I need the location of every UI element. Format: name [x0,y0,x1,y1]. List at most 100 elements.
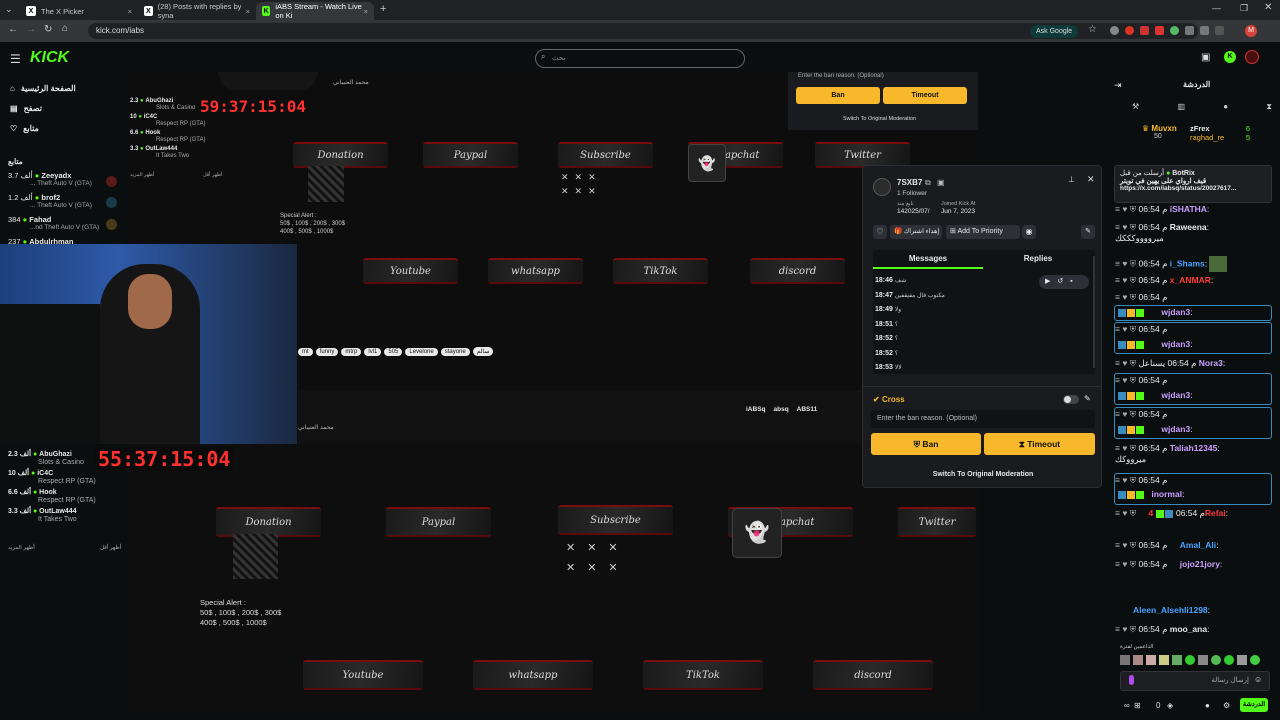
chat-message[interactable]: ≡ ♥ ⛨ م 06:54 يسناعل Nora3: [1115,358,1225,369]
card-icon[interactable]: ▣ [937,178,945,187]
channel-item[interactable]: 3.7 ألف ● Zeeyadx ... Theft Auto V (GTA) [8,171,120,187]
chat-message[interactable]: ≡ ♥ ⛨ م 06:54 i_Shams: [1115,256,1228,272]
browser-tab-active[interactable]: K iABS Stream - Watch Live on Ki × [256,2,374,20]
grid-icon[interactable]: ⊞ [1134,701,1141,710]
add-to-priority-button[interactable]: ⊞ Add To Priority [946,225,1020,239]
tab-menu-icon[interactable]: ⌄ [5,4,13,15]
emote-icon[interactable] [1120,655,1130,665]
cross-toggle[interactable] [1063,395,1079,404]
user-avatar[interactable] [1245,50,1259,64]
chat-bubble-icon[interactable]: ● [1205,701,1210,710]
nav-browse[interactable]: ▤ تصفح [10,104,120,113]
chat-message[interactable]: ≡ ♥ ⛨ م 06:54 [1115,324,1167,335]
edit-icon[interactable]: ✎ [1084,394,1091,403]
ban-button[interactable]: ⛨ Ban [871,433,981,455]
chat-message[interactable]: ≡ ♥ ⛨ م 06:54 [1115,409,1167,420]
chat-message[interactable]: ≡ ♥ ⛨ م 06:54 iSHATHA: [1115,204,1209,215]
timer-icon[interactable]: ⧗ [1266,102,1272,112]
emote-icon[interactable] [1250,655,1260,665]
tab-replies[interactable]: Replies [983,254,1093,263]
scrollbar[interactable] [1093,256,1095,368]
home-icon[interactable]: ⌂ [62,23,68,34]
reload-icon[interactable]: ↻ [44,24,52,35]
send-chat-button[interactable]: الدردشة [1240,698,1268,712]
chat-message[interactable]: ≡ ♥ ⛨ م 06:54 moo_ana: [1115,624,1209,635]
chat-message[interactable]: ≡ ♥ ⛨ م 06:54 [1115,292,1167,303]
emote-icon[interactable] [1172,655,1182,665]
browser-tab[interactable]: X The X Picker × [20,2,138,20]
timeout-button[interactable]: Timeout [883,87,967,104]
tab-messages[interactable]: Messages [873,254,983,269]
chat-message[interactable]: Aleen_Alsehli1298: [1133,605,1210,615]
forward-icon[interactable]: → [26,24,36,35]
channel-item[interactable]: 1.2 ألف ● brof2 ... Theft Auto V (GTA) [8,193,120,209]
points-icon[interactable]: ◈ [1167,701,1173,710]
emote-icon[interactable] [1211,655,1221,665]
emote-picker-icon[interactable] [1129,675,1134,685]
puzzle-icon[interactable] [1200,26,1209,35]
chat-input[interactable]: إرسال رسالة [1120,671,1270,691]
chat-message[interactable]: ≡ ♥ ⛨ م 06:54 [1115,375,1167,386]
trash-icon[interactable]: ▥ [1177,102,1185,112]
back-icon[interactable]: ← [8,24,18,35]
chat-message[interactable]: inormal: [1118,489,1184,499]
copy-icon[interactable]: ⧉ [925,178,931,188]
bookmark-star-icon[interactable]: ☆ [1088,24,1097,35]
minimize-icon[interactable]: — [1212,3,1221,13]
browser-tab[interactable]: X (28) Posts with replies by syna × [138,2,256,20]
emote-icon[interactable] [1237,655,1247,665]
gear-icon[interactable]: ⚙ [1223,701,1230,710]
search-input[interactable]: بحث [535,49,745,68]
clips-icon[interactable]: ▣ [1201,52,1210,63]
x-link[interactable]: iABSq [746,406,766,413]
extension-icon[interactable] [1125,26,1134,35]
extension-icon[interactable] [1110,26,1119,35]
emote-icon[interactable] [1133,655,1143,665]
hamburger-menu-icon[interactable]: ☰ [10,52,21,66]
chat-message[interactable]: wjdan3: [1118,339,1193,349]
chat-message[interactable]: ≡ ♥ ⛨ م 06:54 4Refai: [1115,508,1228,519]
maximize-icon[interactable]: ❐ [1240,3,1248,14]
collapse-chat-icon[interactable]: ⇥ [1114,80,1122,91]
extension-icon[interactable] [1140,26,1149,35]
nav-home[interactable]: ⌂ الصفحة الرئيسية [10,84,120,93]
emote-icon[interactable] [1146,655,1156,665]
youtube-link[interactable]: ABS11 [797,406,818,413]
extension-icon[interactable] [1155,26,1164,35]
chat-bubble-icon[interactable]: ● [1223,102,1228,112]
mod-tools-icon[interactable]: ⚒ [1132,102,1139,112]
emote-icon[interactable] [1198,655,1208,665]
follow-heart-button[interactable]: ♡ [873,225,887,239]
gift-sub-button[interactable]: 🎁 إهداء اشتراك [890,225,942,239]
new-tab-icon[interactable]: + [380,3,386,15]
close-icon[interactable]: × [246,7,250,16]
ban-reason-input[interactable]: Enter the ban reason. (Optional) [871,410,1095,428]
extension-icon[interactable] [1170,26,1179,35]
instagram-link[interactable]: absq [774,406,789,413]
chat-message[interactable]: ≡ ♥ ⛨ م 06:54 jojo21jory: [1115,559,1222,570]
close-icon[interactable]: × [364,7,368,16]
emote-icon[interactable] [1224,655,1234,665]
ban-button[interactable]: Ban [796,87,880,104]
eye-icon[interactable]: ◉ [1022,225,1036,239]
chat-message[interactable]: ≡ ♥ ⛨ م 06:54 Amal_Ali: [1115,540,1219,551]
chat-message[interactable]: wjdan3: [1118,307,1193,317]
switch-moderation-link[interactable]: Switch To Original Moderation [863,471,1103,478]
ask-google-button[interactable]: Ask Google [1030,25,1079,38]
close-icon[interactable]: ✕ [1087,174,1095,185]
extension-icon[interactable] [1185,26,1194,35]
window-close-icon[interactable]: ✕ [1264,2,1272,13]
download-icon[interactable] [1215,26,1224,35]
chat-message[interactable]: ≡ ♥ ⛨ م 06:54 [1115,475,1167,486]
edit-icon[interactable]: ✎ [1081,225,1095,239]
pin-icon[interactable]: ⊥ [1068,175,1075,184]
timeout-button[interactable]: ⧗ Timeout [984,433,1095,455]
chat-message[interactable]: wjdan3: [1118,424,1193,434]
nav-following[interactable]: ♡ متابع [10,124,120,133]
emoji-icon[interactable]: ☺ [1254,675,1262,684]
close-icon[interactable]: × [128,7,132,16]
message-actions[interactable]: ▶↺▪ [1039,275,1089,289]
chat-message[interactable]: ≡ ♥ ⛨ م 06:54 Taliah12345: ميرووكك [1115,443,1220,465]
kick-logo[interactable]: KICK [30,49,69,67]
profile-avatar[interactable]: M [1245,25,1257,37]
